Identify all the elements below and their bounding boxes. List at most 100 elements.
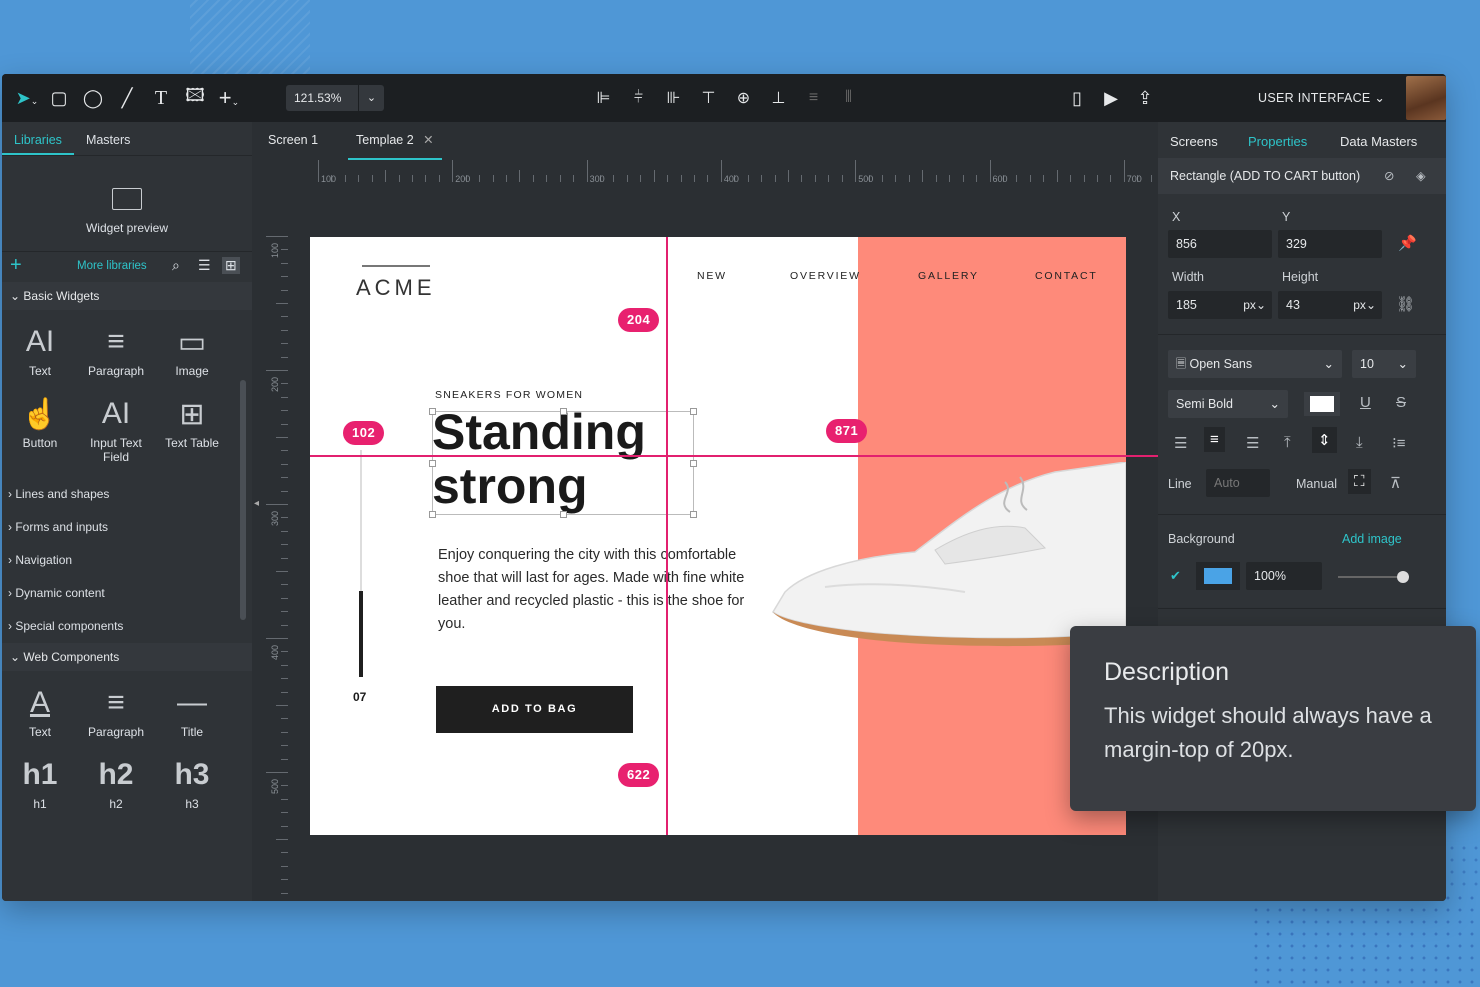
rectangle-icon[interactable]: ▢ xyxy=(42,88,76,109)
image-tool-icon[interactable]: 🖾 xyxy=(178,83,212,113)
resize-handle[interactable] xyxy=(429,511,436,518)
close-icon[interactable]: ✕ xyxy=(423,133,433,147)
align-text-center-icon[interactable]: ≡ xyxy=(1204,427,1225,452)
resize-handle[interactable] xyxy=(690,408,697,415)
more-libraries-link[interactable]: More libraries xyxy=(77,260,147,272)
widget-paragraph[interactable]: ≡ Paragraph xyxy=(78,320,154,378)
nav-overview[interactable]: OVERVIEW xyxy=(790,270,861,282)
hide-icon[interactable]: ⊘ xyxy=(1384,158,1394,194)
unit-select[interactable]: px⌄ xyxy=(1353,291,1376,319)
line-height-input[interactable]: Auto xyxy=(1206,469,1270,497)
category-lines-and-shapes[interactable]: › Lines and shapes xyxy=(2,478,252,511)
add-icon[interactable]: +⌄ xyxy=(212,85,246,111)
add-image-link[interactable]: Add image xyxy=(1342,532,1402,546)
logo[interactable]: ACME xyxy=(356,275,436,301)
zoom-select[interactable]: 121.53% ⌄ xyxy=(286,85,384,111)
align-left-icon[interactable]: ⊫ xyxy=(586,88,621,108)
font-size-select[interactable]: 10 ⌄ xyxy=(1352,350,1416,378)
x-input[interactable]: 856 xyxy=(1168,230,1272,258)
resize-handle[interactable] xyxy=(429,460,436,467)
play-icon[interactable]: ▶ xyxy=(1094,88,1128,109)
category-special-components[interactable]: › Special components xyxy=(2,610,252,643)
list-bullets-icon[interactable]: ⁝≡ xyxy=(1392,434,1406,452)
width-input[interactable]: 185 px⌄ xyxy=(1168,291,1272,319)
widget-h3[interactable]: h3 h3 xyxy=(154,753,230,811)
text-tool-icon[interactable]: T xyxy=(144,87,178,110)
widget-button[interactable]: ☝ Button xyxy=(2,392,78,464)
auto-size-icon[interactable]: ⊼ xyxy=(1390,474,1401,492)
manual-size-icon[interactable]: ⛶ xyxy=(1348,469,1371,494)
distribute-v-icon[interactable]: ≡ xyxy=(796,89,831,107)
project-selector[interactable]: USER INTERFACE ⌄ xyxy=(1258,74,1385,122)
font-family-select[interactable]: 🗏 Open Sans ⌄ xyxy=(1168,350,1342,378)
tab-libraries[interactable]: Libraries xyxy=(2,122,74,155)
y-input[interactable]: 329 xyxy=(1278,230,1382,258)
tab-data-masters[interactable]: Data Masters xyxy=(1340,122,1417,162)
valign-bottom-icon[interactable]: ⤓ xyxy=(1356,434,1363,451)
body-text[interactable]: Enjoy conquering the city with this comf… xyxy=(438,544,758,636)
widget-web-paragraph[interactable]: ≡ Paragraph xyxy=(78,681,154,739)
opacity-slider-handle[interactable] xyxy=(1397,571,1409,583)
align-center-h-icon[interactable]: ⫩ xyxy=(621,89,656,107)
link-icon[interactable]: ⛓ xyxy=(1396,295,1415,313)
export-icon[interactable]: ⇪ xyxy=(1128,88,1162,109)
align-top-icon[interactable]: ⊤ xyxy=(691,88,726,108)
background-checkbox[interactable]: ✔ xyxy=(1170,568,1181,584)
ellipse-icon[interactable]: ◯ xyxy=(76,88,110,109)
widget-h2[interactable]: h2 h2 xyxy=(78,753,154,811)
opacity-input[interactable]: 100% xyxy=(1246,562,1322,590)
widget-web-text[interactable]: A Text xyxy=(2,681,78,739)
widget-image[interactable]: ▭ Image xyxy=(154,320,230,379)
avatar[interactable] xyxy=(1406,76,1446,120)
layers-icon[interactable]: ◈ xyxy=(1416,158,1426,194)
widget-text[interactable]: AI Text xyxy=(2,320,78,378)
line-icon[interactable]: ╱ xyxy=(110,88,144,109)
left-panel-scrollbar[interactable] xyxy=(240,380,246,620)
artboard[interactable]: ACME NEW OVERVIEW GALLERY CONTACT 07 SNE… xyxy=(310,237,1126,835)
category-navigation[interactable]: › Navigation xyxy=(2,544,252,577)
search-icon[interactable]: ⌕ xyxy=(172,257,180,274)
resize-handle[interactable] xyxy=(690,511,697,518)
pointer-icon[interactable]: ➤⌄ xyxy=(12,88,42,109)
pin-icon[interactable]: 📌 xyxy=(1398,234,1417,252)
align-right-icon[interactable]: ⊪ xyxy=(656,88,691,108)
opacity-slider[interactable] xyxy=(1338,576,1404,578)
distribute-h-icon[interactable]: ⦀ xyxy=(831,89,866,107)
resize-handle[interactable] xyxy=(560,408,567,415)
category-forms-and-inputs[interactable]: › Forms and inputs xyxy=(2,511,252,544)
nav-contact[interactable]: CONTACT xyxy=(1035,270,1098,282)
progress-indicator[interactable] xyxy=(359,591,363,677)
section-web-components[interactable]: ⌄ Web Components xyxy=(2,643,252,671)
tab-templae-2[interactable]: Templae 2 ✕ xyxy=(348,122,442,160)
resize-handle[interactable] xyxy=(560,511,567,518)
sneaker-image[interactable] xyxy=(765,462,1126,652)
align-text-left-icon[interactable]: ☰ xyxy=(1174,434,1187,452)
valign-middle-icon[interactable]: ⇕ xyxy=(1312,427,1337,453)
tab-screen-1[interactable]: Screen 1 xyxy=(268,122,318,158)
text-color-button[interactable] xyxy=(1304,392,1340,416)
widget-web-title[interactable]: — Title xyxy=(154,681,230,739)
font-weight-select[interactable]: Semi Bold ⌄ xyxy=(1168,390,1288,418)
category-dynamic-content[interactable]: › Dynamic content xyxy=(2,577,252,610)
align-text-right-icon[interactable]: ☰ xyxy=(1246,434,1259,452)
tab-screens[interactable]: Screens xyxy=(1170,122,1218,162)
resize-handle[interactable] xyxy=(690,460,697,467)
list-view-icon[interactable]: ☰ xyxy=(198,257,211,274)
background-color-button[interactable] xyxy=(1196,562,1240,590)
grid-view-icon[interactable]: ⊞ xyxy=(222,257,240,274)
underline-icon[interactable]: U xyxy=(1360,394,1371,411)
collapse-panel-icon[interactable]: ◂ xyxy=(254,498,259,509)
device-icon[interactable]: ▯ xyxy=(1060,88,1094,109)
resize-handle[interactable] xyxy=(429,408,436,415)
align-middle-icon[interactable]: ⊕ xyxy=(726,88,761,108)
unit-select[interactable]: px⌄ xyxy=(1243,291,1266,319)
height-input[interactable]: 43 px⌄ xyxy=(1278,291,1382,319)
align-bottom-icon[interactable]: ⊥ xyxy=(761,88,796,108)
valign-top-icon[interactable]: ⤒ xyxy=(1284,434,1291,451)
widget-h1[interactable]: h1 h1 xyxy=(2,753,78,811)
section-basic-widgets[interactable]: ⌄ Basic Widgets xyxy=(2,282,252,310)
add-library-icon[interactable]: + xyxy=(10,254,22,277)
tab-masters[interactable]: Masters xyxy=(74,122,142,155)
nav-new[interactable]: NEW xyxy=(697,270,727,282)
widget-text-table[interactable]: ⊞ Text Table xyxy=(154,392,230,464)
